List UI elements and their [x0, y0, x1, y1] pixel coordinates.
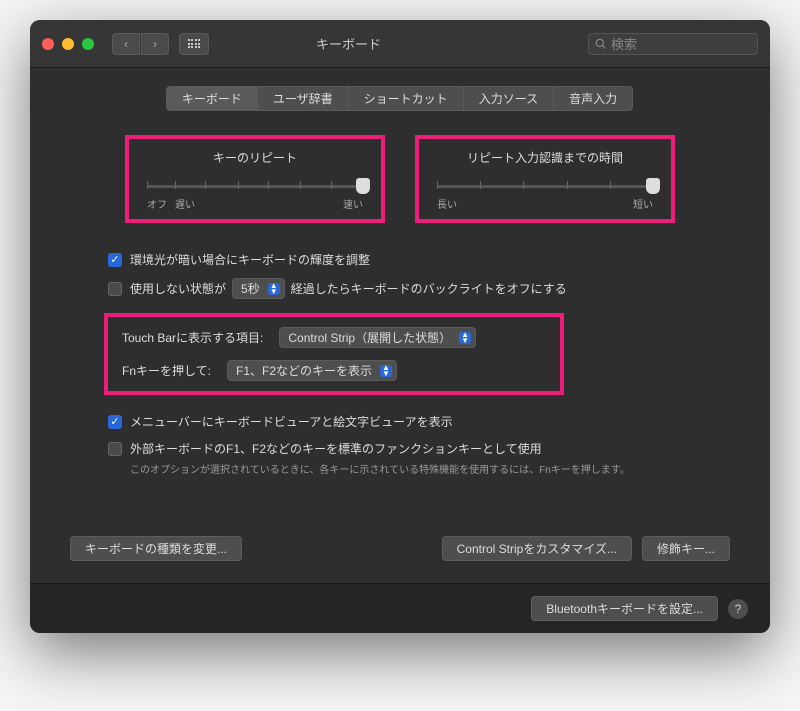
modifier-button[interactable]: 修飾キー... — [642, 536, 730, 561]
touchbar-label: Touch Barに表示する項目: — [122, 329, 263, 346]
footer: Bluetoothキーボードを設定... ? — [30, 583, 770, 633]
delay-box: リピート入力認識までの時間 長い 短い — [415, 135, 675, 223]
viewer-row: ✓ メニューバーにキーボードビューアと絵文字ビューアを表示 — [60, 413, 740, 430]
slider-thumb-icon[interactable] — [356, 178, 370, 194]
chevron-updown-icon: ▲▼ — [380, 365, 392, 377]
minimize-icon[interactable] — [62, 38, 74, 50]
brightness-row: ✓ 環境光が暗い場合にキーボードの輝度を調整 — [60, 251, 740, 268]
window-title: キーボード — [109, 34, 588, 53]
repeat-slow-label: 遅い — [175, 196, 195, 211]
bluetooth-button[interactable]: Bluetoothキーボードを設定... — [531, 596, 718, 621]
traffic-lights — [42, 38, 94, 50]
chevron-updown-icon: ▲▼ — [268, 283, 280, 295]
help-button[interactable]: ? — [728, 599, 748, 619]
delay-title: リピート入力認識までの時間 — [437, 149, 653, 166]
close-icon[interactable] — [42, 38, 54, 50]
keyboard-type-button[interactable]: キーボードの種類を変更... — [70, 536, 242, 561]
tab-keyboard[interactable]: キーボード — [166, 86, 258, 111]
brightness-label: 環境光が暗い場合にキーボードの輝度を調整 — [130, 251, 370, 268]
tab-input-sources[interactable]: 入力ソース — [463, 86, 554, 111]
content: キーボード ユーザ辞書 ショートカット 入力ソース 音声入力 キーのリピート — [30, 68, 770, 583]
chevron-updown-icon: ▲▼ — [459, 332, 471, 344]
key-repeat-title: キーのリピート — [147, 149, 363, 166]
slider-thumb-icon[interactable] — [646, 178, 660, 194]
sliders-row: キーのリピート オフ 遅い 速い リピー — [60, 135, 740, 223]
zoom-icon[interactable] — [82, 38, 94, 50]
fnkeys-checkbox[interactable] — [108, 442, 122, 456]
tab-text[interactable]: ユーザ辞書 — [257, 86, 349, 111]
delay-slider[interactable] — [437, 176, 653, 192]
key-repeat-box: キーのリピート オフ 遅い 速い — [125, 135, 385, 223]
titlebar: ‹ › キーボード 検索 — [30, 20, 770, 68]
idle-prefix: 使用しない状態が — [130, 280, 226, 297]
customize-button[interactable]: Control Stripをカスタマイズ... — [442, 536, 632, 561]
idle-checkbox[interactable] — [108, 282, 122, 296]
search-placeholder: 検索 — [611, 34, 637, 53]
brightness-checkbox[interactable]: ✓ — [108, 253, 122, 267]
tab-shortcuts[interactable]: ショートカット — [348, 86, 464, 111]
repeat-fast-label: 速い — [343, 196, 363, 211]
touchbar-select[interactable]: Control Strip（展開した状態） ▲▼ — [279, 327, 476, 348]
fnkeys-label: 外部キーボードのF1、F2などのキーを標準のファンクションキーとして使用 — [130, 440, 542, 457]
tab-bar: キーボード ユーザ辞書 ショートカット 入力ソース 音声入力 — [60, 86, 740, 111]
fnkeys-note: このオプションが選択されているときに、各キーに示されている特殊機能を使用するには… — [60, 461, 740, 476]
search-icon — [595, 38, 607, 50]
idle-row: 使用しない状態が 5秒 ▲▼ 経過したらキーボードのバックライトをオフにする — [60, 278, 740, 299]
tab-dictation[interactable]: 音声入力 — [553, 86, 633, 111]
idle-select[interactable]: 5秒 ▲▼ — [232, 278, 285, 299]
touchbar-box: Touch Barに表示する項目: Control Strip（展開した状態） … — [104, 313, 564, 395]
viewer-label: メニューバーにキーボードビューアと絵文字ビューアを表示 — [130, 413, 453, 430]
bottom-buttons: キーボードの種類を変更... Control Stripをカスタマイズ... 修… — [60, 536, 740, 561]
fn-label: Fnキーを押して: — [122, 362, 211, 379]
delay-long-label: 長い — [437, 196, 457, 211]
delay-short-label: 短い — [633, 196, 653, 211]
viewer-checkbox[interactable]: ✓ — [108, 415, 122, 429]
fn-select[interactable]: F1、F2などのキーを表示 ▲▼ — [227, 360, 397, 381]
key-repeat-slider[interactable] — [147, 176, 363, 192]
search-input[interactable]: 検索 — [588, 33, 758, 55]
fnkeys-row: 外部キーボードのF1、F2などのキーを標準のファンクションキーとして使用 — [60, 440, 740, 457]
repeat-off-label: オフ — [147, 196, 167, 211]
preferences-window: ‹ › キーボード 検索 キーボード ユーザ辞書 ショートカット 入力ソース 音… — [30, 20, 770, 633]
idle-suffix: 経過したらキーボードのバックライトをオフにする — [291, 280, 567, 297]
